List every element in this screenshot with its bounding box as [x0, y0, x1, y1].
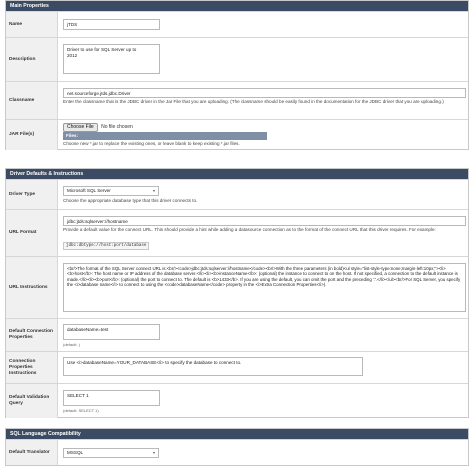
- connection-properties-instructions-label: Connection Properties Instructions: [6, 352, 58, 383]
- chevron-down-icon: ▾: [152, 188, 155, 193]
- jar-files-label: JAR File(s): [6, 120, 58, 150]
- name-label: Name: [6, 12, 58, 37]
- sql-language-header: SQL Language Compatibility: [6, 429, 468, 439]
- driver-type-select[interactable]: Microsoft SQL Server ▾: [63, 186, 159, 196]
- description-label: Description: [6, 38, 58, 81]
- main-properties-header: Main Properties: [6, 1, 468, 11]
- driver-type-value: Microsoft SQL Server: [67, 188, 111, 193]
- url-instructions-textarea[interactable]: <br/>The format of the SQL Server connec…: [63, 263, 466, 312]
- chevron-down-icon: ▾: [152, 450, 155, 455]
- default-connection-properties-textarea[interactable]: databaseName=test: [63, 324, 160, 340]
- driver-defaults-header: Driver Defaults & Instructions: [6, 169, 468, 179]
- main-properties-section: Main Properties Name jTDS Description Dr…: [5, 0, 469, 150]
- driver-defaults-section: Driver Defaults & Instructions Driver Ty…: [5, 168, 469, 418]
- default-translator-label: Default Translator: [6, 440, 58, 465]
- description-row: Description Driver to use for SQL Server…: [6, 37, 468, 81]
- default-translator-value: MSSQL: [67, 450, 84, 455]
- file-chooser: Choose File No file chosen: [63, 123, 133, 132]
- classname-row: Classname net.sourceforge.jtds.jdbc.Driv…: [6, 81, 468, 119]
- driver-type-help: Choose the appropriate database type tha…: [63, 198, 198, 203]
- default-validation-query-default-note: (default: SELECT 1): [63, 408, 99, 413]
- driver-type-label: Driver Type: [6, 180, 58, 209]
- connection-properties-instructions-textarea[interactable]: Use <i>databaseName=YOUR_DATABASE</i> to…: [63, 357, 363, 376]
- default-validation-query-label: Default Validation Query: [6, 384, 58, 418]
- url-format-help: Provide a default value for the connect …: [63, 227, 436, 232]
- default-connection-properties-default-note: (default: ): [63, 342, 80, 347]
- default-validation-query-row: Default Validation Query SELECT 1 (defau…: [6, 383, 468, 418]
- no-file-chosen-text: No file chosen: [101, 124, 133, 130]
- default-validation-query-input[interactable]: SELECT 1: [63, 390, 160, 406]
- jar-files-help: Choose new *.jar to replace the existing…: [63, 141, 240, 146]
- url-format-row: URL Format jdbc:jtds:sqlserver://hostnam…: [6, 209, 468, 256]
- url-instructions-row: URL Instructions <br/>The format of the …: [6, 256, 468, 318]
- jar-files-row: JAR File(s) Choose File No file chosen F…: [6, 119, 468, 150]
- default-connection-properties-row: Default Connection Properties databaseNa…: [6, 318, 468, 351]
- url-format-label: URL Format: [6, 210, 58, 256]
- default-translator-select[interactable]: MSSQL ▾: [63, 448, 159, 458]
- description-textarea[interactable]: Driver to use for SQL Server up to 2012: [63, 44, 160, 74]
- classname-label: Classname: [6, 82, 58, 119]
- choose-file-button[interactable]: Choose File: [63, 123, 98, 132]
- default-connection-properties-label: Default Connection Properties: [6, 319, 58, 351]
- sql-language-section: SQL Language Compatibility Default Trans…: [5, 428, 469, 466]
- url-format-input[interactable]: jdbc:jtds:sqlserver://hostname: [63, 216, 466, 226]
- driver-type-row: Driver Type Microsoft SQL Server ▾ Choos…: [6, 179, 468, 209]
- name-input[interactable]: jTDS: [63, 19, 160, 30]
- files-bar: Files:: [63, 132, 267, 140]
- name-row: Name jTDS: [6, 11, 468, 37]
- classname-input[interactable]: net.sourceforge.jtds.jdbc.Driver: [63, 88, 466, 98]
- url-format-example: jdbc:dbtype://host:port/database: [63, 242, 150, 250]
- classname-help: Enter the classname that is the JDBC dri…: [63, 99, 444, 104]
- url-instructions-label: URL Instructions: [6, 257, 58, 318]
- default-translator-row: Default Translator MSSQL ▾: [6, 439, 468, 465]
- connection-properties-instructions-row: Connection Properties Instructions Use <…: [6, 351, 468, 383]
